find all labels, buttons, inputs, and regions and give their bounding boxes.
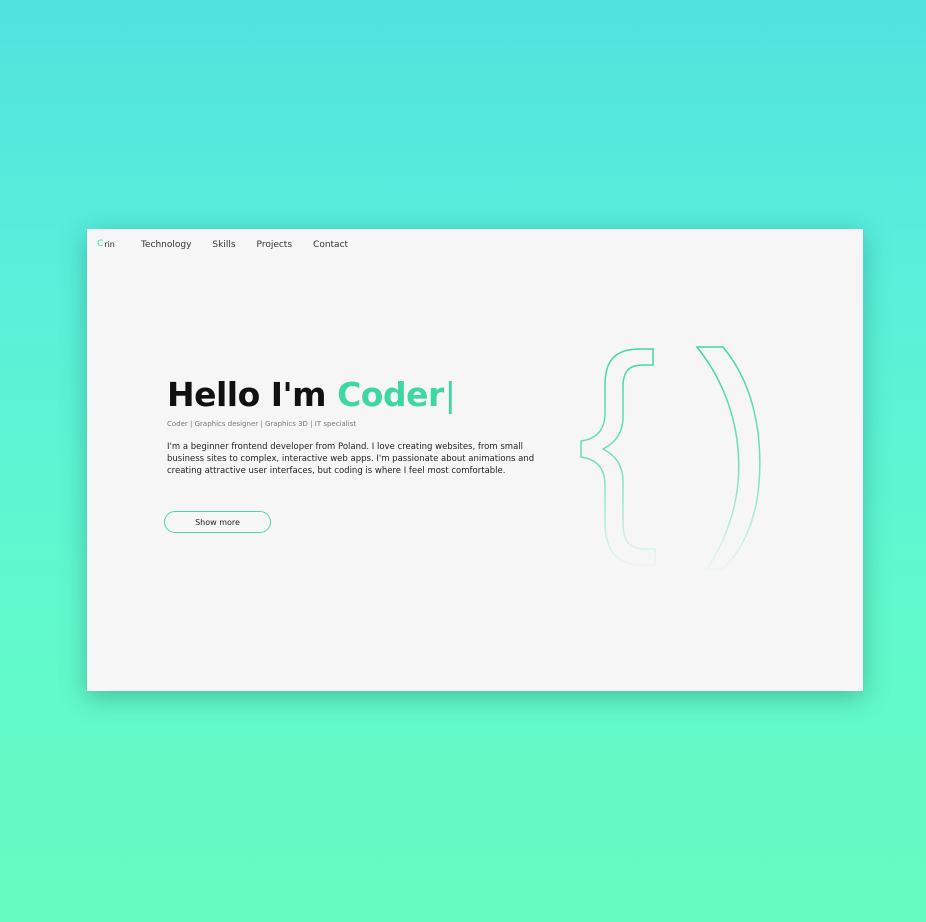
- hero-title-prefix: Hello I'm: [167, 375, 327, 414]
- curly-brace-outline-icon: [580, 346, 761, 570]
- top-navigation: C rin Technology Skills Projects Contact: [87, 229, 863, 263]
- c-logo-icon: C: [97, 239, 104, 249]
- hero-subtitle: Coder | Graphics designer | Graphics 3D …: [167, 420, 357, 428]
- site-logo[interactable]: C rin: [97, 239, 115, 250]
- logo-text: rin: [104, 240, 115, 249]
- nav-link-skills[interactable]: Skills: [212, 240, 235, 250]
- typing-cursor: |: [444, 375, 456, 414]
- nav-link-technology[interactable]: Technology: [141, 240, 191, 250]
- hero-description: I'm a beginner frontend developer from P…: [167, 442, 535, 476]
- show-more-button[interactable]: Show more: [164, 511, 271, 533]
- nav-link-projects[interactable]: Projects: [257, 240, 292, 250]
- nav-links: Technology Skills Projects Contact: [141, 240, 369, 250]
- hero-title-accent: Coder: [337, 375, 444, 414]
- nav-link-contact[interactable]: Contact: [313, 240, 348, 250]
- website-screenshot-frame: C rin Technology Skills Projects Contact…: [87, 229, 863, 691]
- hero-title: Hello I'm Coder|: [167, 375, 456, 415]
